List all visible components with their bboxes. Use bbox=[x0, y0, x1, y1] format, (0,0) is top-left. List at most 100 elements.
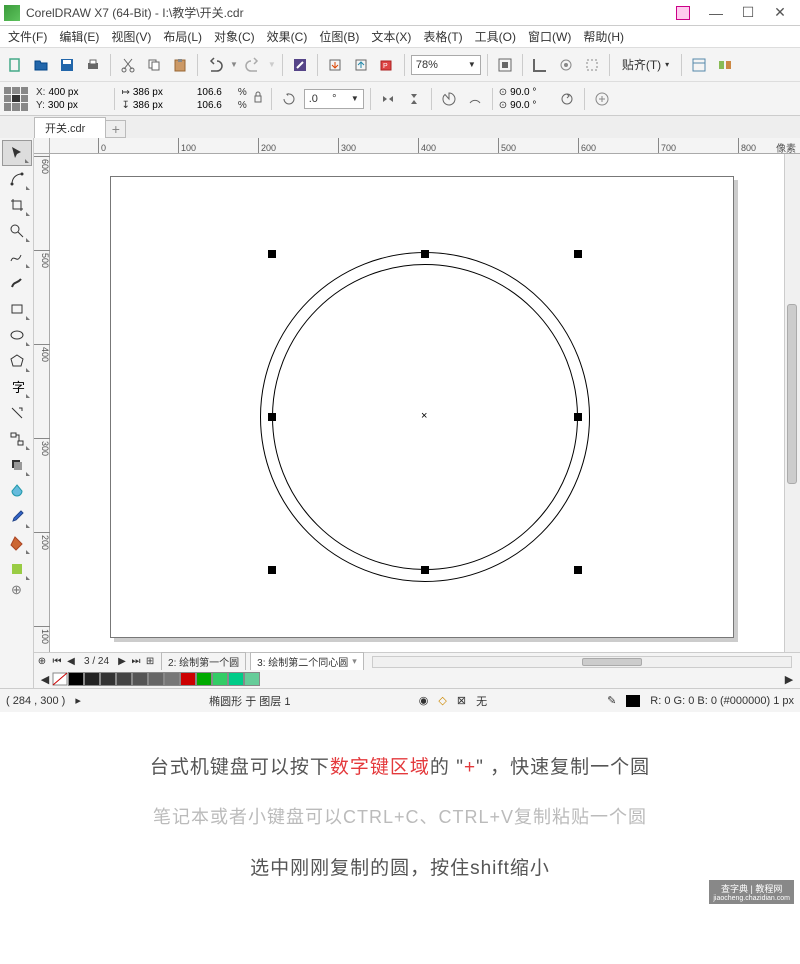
connector-tool[interactable] bbox=[2, 426, 32, 452]
redo-dropdown-icon[interactable]: ▼ bbox=[268, 60, 276, 69]
menu-window[interactable]: 窗口(W) bbox=[522, 26, 577, 47]
show-rulers-button[interactable] bbox=[529, 54, 551, 76]
canvas[interactable]: × bbox=[50, 154, 784, 652]
new-button[interactable] bbox=[4, 54, 26, 76]
menu-file[interactable]: 文件(F) bbox=[2, 26, 53, 47]
menu-table[interactable]: 表格(T) bbox=[417, 26, 468, 47]
pie-button[interactable] bbox=[438, 88, 460, 110]
selection-handle-s[interactable] bbox=[421, 566, 429, 574]
selection-handle-se[interactable] bbox=[574, 566, 582, 574]
prev-page-button[interactable]: ◀ bbox=[64, 656, 78, 667]
swatch-gray40[interactable] bbox=[164, 672, 180, 686]
vertical-ruler[interactable]: 600500400300200100 bbox=[34, 154, 50, 652]
rectangle-tool[interactable] bbox=[2, 296, 32, 322]
undo-dropdown-icon[interactable]: ▼ bbox=[230, 60, 238, 69]
vertical-scrollbar[interactable] bbox=[784, 154, 800, 652]
snap-dropdown[interactable]: 贴齐(T) ▾ bbox=[616, 48, 675, 82]
swatch-black[interactable] bbox=[68, 672, 84, 686]
publish-button[interactable]: P bbox=[376, 54, 398, 76]
scale-x-input[interactable] bbox=[197, 87, 235, 98]
selection-handle-e[interactable] bbox=[574, 413, 582, 421]
page-tab-2[interactable]: 2: 绘制第一个圆 bbox=[161, 652, 246, 671]
swatch-gray60[interactable] bbox=[132, 672, 148, 686]
rotation-input[interactable]: .0° ▼ bbox=[304, 89, 364, 109]
swatch-gray90[interactable] bbox=[84, 672, 100, 686]
menu-effects[interactable]: 效果(C) bbox=[261, 26, 314, 47]
next-page-button[interactable]: ▶ bbox=[115, 656, 129, 667]
pick-tool[interactable] bbox=[2, 140, 32, 166]
zoom-tool[interactable] bbox=[2, 218, 32, 244]
mirror-h-button[interactable] bbox=[377, 88, 399, 110]
doc-tab[interactable]: 开关.cdr bbox=[34, 117, 106, 138]
swatch-green2[interactable] bbox=[212, 672, 228, 686]
paste-button[interactable] bbox=[169, 54, 191, 76]
transparency-tool[interactable] bbox=[2, 478, 32, 504]
swatch-gray80[interactable] bbox=[100, 672, 116, 686]
no-fill-swatch[interactable] bbox=[52, 672, 68, 686]
dimension-tool[interactable] bbox=[2, 400, 32, 426]
toolbox-expand[interactable]: ⊕ bbox=[2, 582, 32, 598]
fullscreen-button[interactable] bbox=[494, 54, 516, 76]
fill-tool[interactable] bbox=[2, 530, 32, 556]
undo-button[interactable] bbox=[204, 54, 226, 76]
freehand-tool[interactable] bbox=[2, 244, 32, 270]
smart-fill-tool[interactable] bbox=[2, 556, 32, 582]
user-avatar-icon[interactable] bbox=[676, 6, 690, 20]
direction-button[interactable] bbox=[556, 88, 578, 110]
menu-text[interactable]: 文本(X) bbox=[365, 26, 417, 47]
start-angle-input[interactable] bbox=[510, 87, 552, 98]
width-input[interactable] bbox=[133, 87, 193, 98]
scale-y-input[interactable] bbox=[197, 100, 235, 111]
add-doc-tab[interactable]: + bbox=[106, 120, 126, 138]
selection-handle-w[interactable] bbox=[268, 413, 276, 421]
import-button[interactable] bbox=[324, 54, 346, 76]
fill-icon[interactable]: ◇ bbox=[438, 694, 446, 707]
polygon-tool[interactable] bbox=[2, 348, 32, 374]
copy-button[interactable] bbox=[143, 54, 165, 76]
options-button[interactable] bbox=[688, 54, 710, 76]
swatch-gray50[interactable] bbox=[148, 672, 164, 686]
horizontal-scrollbar[interactable] bbox=[372, 656, 792, 668]
selection-handle-ne[interactable] bbox=[574, 250, 582, 258]
swatch-gray70[interactable] bbox=[116, 672, 132, 686]
ellipse-tool[interactable] bbox=[2, 322, 32, 348]
artistic-media-tool[interactable] bbox=[2, 270, 32, 296]
shadow-tool[interactable] bbox=[2, 452, 32, 478]
ruler-corner[interactable] bbox=[34, 138, 50, 154]
menu-object[interactable]: 对象(C) bbox=[208, 26, 261, 47]
height-input[interactable] bbox=[133, 100, 193, 111]
print-button[interactable] bbox=[82, 54, 104, 76]
show-guides-button[interactable] bbox=[581, 54, 603, 76]
first-page-button[interactable]: ⏮ bbox=[50, 656, 64, 667]
search-button[interactable] bbox=[289, 54, 311, 76]
origin-anchor[interactable] bbox=[4, 87, 28, 111]
zoom-in-corner[interactable]: ⊕ bbox=[34, 654, 50, 670]
cut-button[interactable] bbox=[117, 54, 139, 76]
zoom-select[interactable]: 78% ▼ bbox=[411, 55, 481, 75]
x-position-input[interactable] bbox=[48, 87, 108, 98]
save-button[interactable] bbox=[56, 54, 78, 76]
last-page-button[interactable]: ⏭ bbox=[129, 656, 143, 667]
menu-bitmap[interactable]: 位图(B) bbox=[313, 26, 365, 47]
swatch-teal[interactable] bbox=[228, 672, 244, 686]
mirror-v-button[interactable] bbox=[403, 88, 425, 110]
lock-ratio-button[interactable] bbox=[251, 90, 265, 108]
export-button[interactable] bbox=[350, 54, 372, 76]
outline-pen-icon[interactable]: ✎ bbox=[607, 694, 616, 707]
menu-help[interactable]: 帮助(H) bbox=[577, 26, 630, 47]
menu-edit[interactable]: 编辑(E) bbox=[53, 26, 105, 47]
menu-layout[interactable]: 布局(L) bbox=[157, 26, 208, 47]
end-angle-input[interactable] bbox=[510, 100, 552, 111]
outline-color[interactable] bbox=[626, 695, 640, 707]
eyedropper-tool[interactable] bbox=[2, 504, 32, 530]
selection-handle-sw[interactable] bbox=[268, 566, 276, 574]
open-button[interactable] bbox=[30, 54, 52, 76]
arc-button[interactable] bbox=[464, 88, 486, 110]
horizontal-ruler[interactable]: 0100200300400500600700800 像素 bbox=[34, 138, 800, 154]
play-icon[interactable]: ▸ bbox=[75, 694, 81, 707]
add-preset-button[interactable] bbox=[591, 88, 613, 110]
menu-tools[interactable]: 工具(O) bbox=[469, 26, 522, 47]
shape-tool[interactable] bbox=[2, 166, 32, 192]
text-tool[interactable]: 字 bbox=[2, 374, 32, 400]
crop-tool[interactable] bbox=[2, 192, 32, 218]
